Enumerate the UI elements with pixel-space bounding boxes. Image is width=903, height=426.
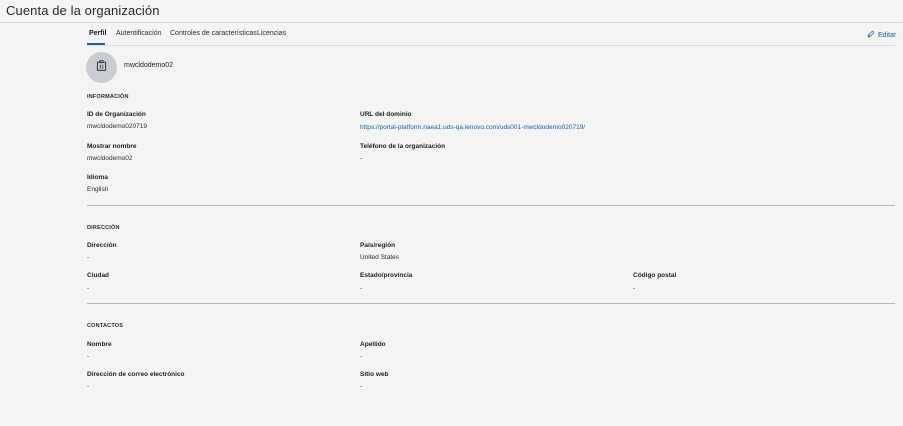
first-name-label: Nombre xyxy=(87,341,112,348)
country-value: United States xyxy=(360,254,400,261)
website-label: Sitio web xyxy=(360,371,389,378)
edit-button[interactable]: Editar xyxy=(867,30,896,40)
tabs-divider xyxy=(87,45,895,46)
org-id-label: ID de Organización xyxy=(87,111,146,118)
building-icon xyxy=(95,59,108,77)
section-divider xyxy=(87,205,895,206)
tab-controles-caracteristicas[interactable]: Controles de características xyxy=(170,30,257,37)
org-name: mwcldodemo02 xyxy=(124,62,174,69)
address-label: Dirección xyxy=(87,242,117,249)
first-name-value: - xyxy=(87,353,90,360)
section-divider xyxy=(87,303,895,304)
display-name-value: mwcldodemo02 xyxy=(87,155,133,162)
address-value: - xyxy=(87,254,90,261)
country-label: País/región xyxy=(360,242,396,249)
avatar xyxy=(86,52,117,83)
org-id-value: mwcldodemo020719 xyxy=(87,123,147,130)
domain-url-link[interactable]: https://portal-platform.naea1.uds-qa.len… xyxy=(360,124,585,131)
display-name-label: Mostrar nombre xyxy=(87,143,137,150)
section-title-address: DIRECCIÓN xyxy=(87,225,120,231)
tab-licencias[interactable]: Licencias xyxy=(257,30,286,37)
last-name-label: Apellido xyxy=(360,341,386,348)
domain-url-label: URL del dominio xyxy=(360,111,412,118)
section-title-information: INFORMACIÓN xyxy=(87,94,129,100)
tab-autentificacion[interactable]: Autentificación xyxy=(116,30,162,37)
postal-code-value: - xyxy=(633,285,636,292)
city-label: Ciudad xyxy=(87,272,110,279)
website-value: - xyxy=(360,383,363,390)
language-value: English xyxy=(87,186,109,193)
edit-label: Editar xyxy=(878,31,897,39)
postal-code-label: Código postal xyxy=(633,272,677,279)
language-label: Idioma xyxy=(87,174,108,181)
pencil-icon xyxy=(867,30,875,40)
email-value: - xyxy=(87,383,90,390)
state-label: Estado/provincia xyxy=(360,272,413,279)
header-divider xyxy=(0,22,903,23)
city-value: - xyxy=(87,285,90,292)
page-title: Cuenta de la organización xyxy=(6,3,160,18)
last-name-value: - xyxy=(360,353,363,360)
tab-perfil[interactable]: Perfil xyxy=(89,30,107,37)
email-label: Dirección de correo electrónico xyxy=(87,371,185,378)
phone-label: Teléfono de la organización xyxy=(360,143,446,150)
phone-value: - xyxy=(360,155,363,162)
section-title-contacts: CONTACTOS xyxy=(87,323,124,329)
state-value: - xyxy=(360,285,363,292)
